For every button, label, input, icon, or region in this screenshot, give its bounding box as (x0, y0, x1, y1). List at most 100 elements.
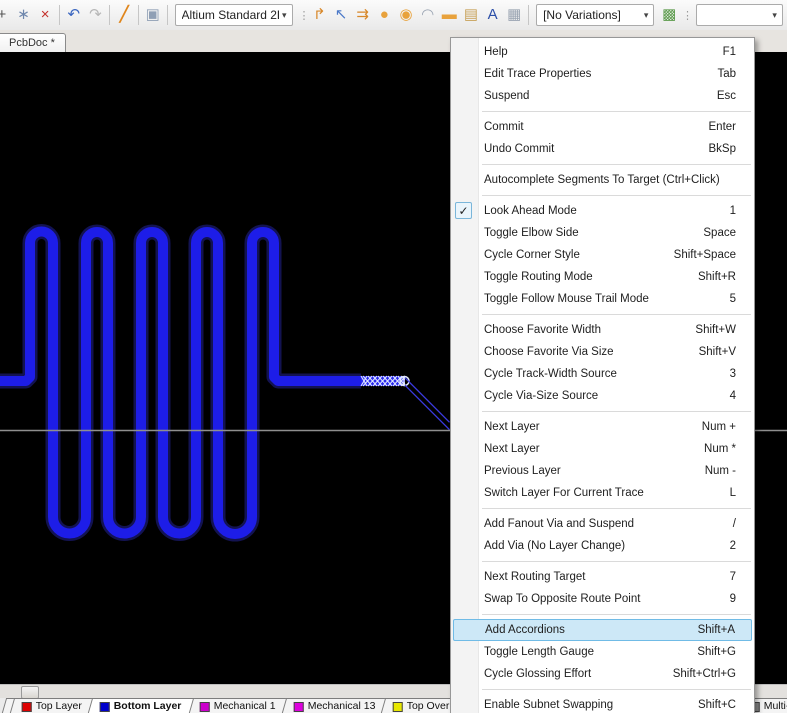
menu-separator (482, 111, 751, 112)
layer-tab-label: Mechanical 13 (308, 700, 376, 713)
menu-item-shortcut: Num + (702, 416, 736, 438)
layer-color-swatch (100, 701, 110, 711)
menu-item-choose-favorite-width[interactable]: Choose Favorite WidthShift+W (451, 319, 754, 341)
menu-item-previous-layer[interactable]: Previous LayerNum - (451, 460, 754, 482)
menu-item-help[interactable]: HelpF1 (451, 41, 754, 63)
menu-item-cycle-via-size-source[interactable]: Cycle Via-Size Source4 (451, 385, 754, 407)
menu-item-swap-to-opposite-route-point[interactable]: Swap To Opposite Route Point9 (451, 588, 754, 610)
menu-item-toggle-length-gauge[interactable]: Toggle Length GaugeShift+G (451, 641, 754, 663)
place-string-icon[interactable]: A (482, 1, 504, 29)
pad-array-icon[interactable]: ▤ (460, 1, 482, 29)
place-arc-icon[interactable]: ◠ (417, 1, 439, 29)
menu-separator (482, 164, 751, 165)
variant-combo[interactable]: [No Variations]▾ (536, 4, 654, 26)
menu-item-next-layer[interactable]: Next LayerNum + (451, 416, 754, 438)
menu-item-shortcut: Space (703, 222, 736, 244)
menu-item-suspend[interactable]: SuspendEsc (451, 85, 754, 107)
layer-tab-mechanical-13[interactable]: Mechanical 13 (282, 698, 388, 713)
variant-manager-icon[interactable]: ▩ (658, 1, 680, 29)
place-component-icon[interactable]: ▦ (503, 1, 525, 29)
document-tab[interactable]: PcbDoc * (0, 33, 66, 52)
menu-item-autocomplete-segments-to-target-ctrl-click[interactable]: Autocomplete Segments To Target (Ctrl+Cl… (451, 169, 754, 191)
annotate-pen-icon[interactable]: ╱ (113, 1, 135, 29)
menu-item-label: Choose Favorite Width (484, 319, 683, 341)
menu-item-label: Add Accordions (485, 619, 686, 641)
menu-item-label: Help (484, 41, 711, 63)
menu-item-cycle-corner-style[interactable]: Cycle Corner Style Shift+Space (451, 244, 754, 266)
menu-item-cycle-glossing-effort[interactable]: Cycle Glossing EffortShift+Ctrl+G (451, 663, 754, 685)
altium-pcb-editor-window: +∗×↶↷╱▣Altium Standard 2D▾⋮↱↖⇉●◉◠▬▤A▦[No… (0, 0, 787, 713)
empty-combo[interactable]: ▾ (696, 4, 783, 26)
toolbar-separator (109, 5, 110, 25)
menu-item-toggle-routing-mode[interactable]: Toggle Routing ModeShift+R (451, 266, 754, 288)
layer-tab-content: Top Layer (22, 700, 82, 713)
menu-item-toggle-elbow-side[interactable]: Toggle Elbow SideSpace (451, 222, 754, 244)
menu-item-label: Cycle Corner Style (484, 244, 662, 266)
menu-item-add-via-no-layer-change[interactable]: Add Via (No Layer Change)2 (451, 535, 754, 557)
menu-item-shortcut: Shift+V (699, 341, 736, 363)
dropdown-caret-icon[interactable]: ▾ (769, 10, 780, 21)
variant-combo-value: [No Variations] (543, 8, 641, 22)
layer-tab-content: Bottom Layer (100, 700, 182, 713)
checkmark-icon: ✓ (455, 202, 472, 219)
interactive-routing-icon[interactable]: ↱ (309, 1, 331, 29)
menu-item-enable-subnet-swapping[interactable]: Enable Subnet SwappingShift+C (451, 694, 754, 713)
diff-pair-routing-icon[interactable]: ⇉ (352, 1, 374, 29)
menu-item-toggle-follow-mouse-trail-mode[interactable]: Toggle Follow Mouse Trail Mode5 (451, 288, 754, 310)
redo-icon[interactable]: ↷ (85, 1, 107, 29)
toolbar-separator (528, 5, 529, 25)
interactive-routing-context-menu: HelpF1Edit Trace PropertiesTabSuspendEsc… (450, 37, 755, 713)
undo-icon[interactable]: ↶ (63, 1, 85, 29)
menu-item-undo-commit[interactable]: Undo CommitBkSp (451, 138, 754, 160)
view-configuration-combo-value: Altium Standard 2D (182, 8, 279, 22)
clipped-cross-icon[interactable]: + (0, 1, 13, 29)
delete-segment-icon[interactable]: × (34, 1, 56, 29)
layer-color-swatch (22, 701, 32, 711)
menu-item-choose-favorite-via-size[interactable]: Choose Favorite Via SizeShift+V (451, 341, 754, 363)
layer-tab-top-layer[interactable]: Top Layer (10, 698, 94, 713)
menu-item-shortcut: 4 (730, 385, 736, 407)
menu-separator (482, 508, 751, 509)
layer-tab-content: Mechanical 1 (200, 700, 276, 713)
menu-item-cycle-track-width-source[interactable]: Cycle Track-Width Source3 (451, 363, 754, 385)
menu-separator (482, 561, 751, 562)
place-via-icon[interactable]: ◉ (395, 1, 417, 29)
toolbar-grip: ⋮ (682, 9, 690, 22)
menu-item-shortcut: Shift+Space (674, 244, 736, 266)
break-track-icon[interactable]: ∗ (13, 1, 35, 29)
menu-item-edit-trace-properties[interactable]: Edit Trace PropertiesTab (451, 63, 754, 85)
layer-tab-bottom-layer[interactable]: Bottom Layer (88, 698, 194, 713)
dropdown-caret-icon[interactable]: ▾ (641, 10, 652, 21)
menu-separator (482, 614, 751, 615)
layer-color-swatch (393, 701, 403, 711)
menu-item-add-accordions[interactable]: Add AccordionsShift+A (453, 619, 752, 641)
menu-item-label: Switch Layer For Current Trace (484, 482, 718, 504)
menu-item-next-layer[interactable]: Next LayerNum * (451, 438, 754, 460)
menu-item-label: Commit (484, 116, 697, 138)
menu-item-label: Edit Trace Properties (484, 63, 705, 85)
board-snapshot-icon[interactable]: ▣ (142, 1, 164, 29)
dropdown-caret-icon[interactable]: ▾ (279, 10, 290, 21)
place-pad-icon[interactable]: ● (374, 1, 396, 29)
view-configuration-combo[interactable]: Altium Standard 2D▾ (175, 4, 293, 26)
menu-item-next-routing-target[interactable]: Next Routing Target7 (451, 566, 754, 588)
menu-item-shortcut: Shift+Ctrl+G (673, 663, 736, 685)
menu-item-shortcut: Esc (717, 85, 736, 107)
layer-tab-mechanical-1[interactable]: Mechanical 1 (188, 698, 288, 713)
menu-item-shortcut: 1 (730, 200, 736, 222)
menu-item-shortcut: Enter (709, 116, 737, 138)
place-fill-icon[interactable]: ▬ (438, 1, 460, 29)
toolbar-separator (167, 5, 168, 25)
menu-item-shortcut: 7 (730, 566, 736, 588)
menu-item-label: Autocomplete Segments To Target (Ctrl+Cl… (484, 169, 724, 191)
layer-tab-label: Top Layer (36, 700, 82, 713)
menu-item-shortcut: BkSp (709, 138, 737, 160)
menu-item-label: Cycle Track-Width Source (484, 363, 718, 385)
drag-track-icon[interactable]: ↖ (330, 1, 352, 29)
menu-separator (482, 411, 751, 412)
menu-item-switch-layer-for-current-trace[interactable]: Switch Layer For Current TraceL (451, 482, 754, 504)
menu-item-commit[interactable]: Commit Enter (451, 116, 754, 138)
menu-item-look-ahead-mode[interactable]: ✓Look Ahead Mode1 (451, 200, 754, 222)
layer-tab-label: Multi-Lay (764, 700, 787, 713)
menu-item-add-fanout-via-and-suspend[interactable]: Add Fanout Via and Suspend/ (451, 513, 754, 535)
